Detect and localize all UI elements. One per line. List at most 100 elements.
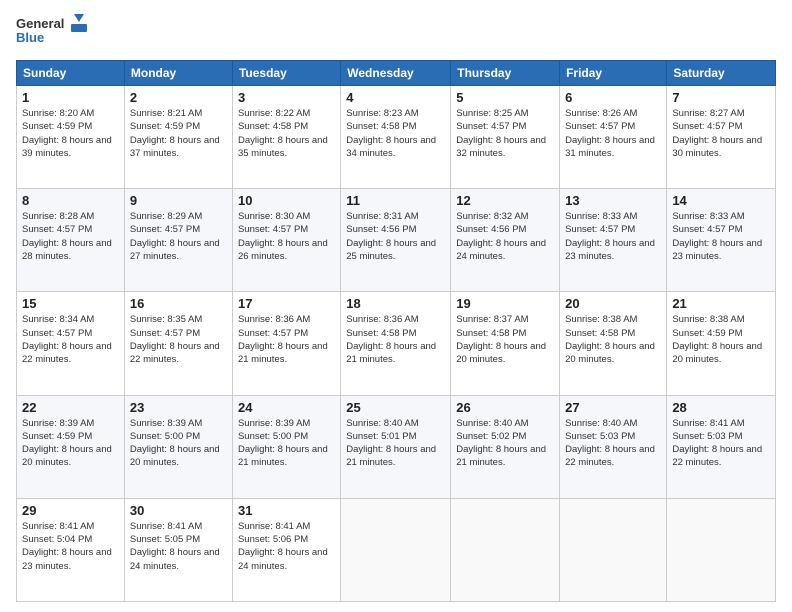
day-info: Sunrise: 8:22 AMSunset: 4:58 PMDaylight:… xyxy=(238,107,335,160)
week-row-4: 22 Sunrise: 8:39 AMSunset: 4:59 PMDayligh… xyxy=(17,395,776,498)
day-info: Sunrise: 8:41 AMSunset: 5:06 PMDaylight:… xyxy=(238,520,335,573)
day-number: 21 xyxy=(672,296,770,311)
day-cell: 11 Sunrise: 8:31 AMSunset: 4:56 PMDayligh… xyxy=(341,189,451,292)
day-cell: 18Sunrise: 8:36 AMSunset: 4:58 PMDayligh… xyxy=(341,292,451,395)
day-cell: 15Sunrise: 8:34 AMSunset: 4:57 PMDayligh… xyxy=(17,292,125,395)
day-info: Sunrise: 8:39 AMSunset: 5:00 PMDaylight:… xyxy=(238,417,335,470)
weekday-header-row: SundayMondayTuesdayWednesdayThursdayFrid… xyxy=(17,61,776,86)
day-info: Sunrise: 8:30 AMSunset: 4:57 PMDaylight:… xyxy=(238,210,335,263)
day-cell: 29Sunrise: 8:41 AMSunset: 5:04 PMDayligh… xyxy=(17,498,125,601)
day-cell: 13 Sunrise: 8:33 AMSunset: 4:57 PMDayligh… xyxy=(560,189,667,292)
day-cell: 1Sunrise: 8:20 AMSunset: 4:59 PMDaylight… xyxy=(17,86,125,189)
day-info: Sunrise: 8:23 AMSunset: 4:58 PMDaylight:… xyxy=(346,107,445,160)
day-number: 3 xyxy=(238,90,335,105)
day-info: Sunrise: 8:33 AMSunset: 4:57 PMDaylight:… xyxy=(565,210,661,263)
day-info: Sunrise: 8:20 AMSunset: 4:59 PMDaylight:… xyxy=(22,107,119,160)
day-cell: 6 Sunrise: 8:26 AMSunset: 4:57 PMDaylight… xyxy=(560,86,667,189)
day-number: 15 xyxy=(22,296,119,311)
day-cell: 16 Sunrise: 8:35 AMSunset: 4:57 PMDayligh… xyxy=(124,292,232,395)
day-cell: 5 Sunrise: 8:25 AMSunset: 4:57 PMDaylight… xyxy=(451,86,560,189)
day-cell: 25 Sunrise: 8:40 AMSunset: 5:01 PMDayligh… xyxy=(341,395,451,498)
day-info: Sunrise: 8:35 AMSunset: 4:57 PMDaylight:… xyxy=(130,313,227,366)
day-cell: 12 Sunrise: 8:32 AMSunset: 4:56 PMDayligh… xyxy=(451,189,560,292)
day-cell: 23 Sunrise: 8:39 AMSunset: 5:00 PMDayligh… xyxy=(124,395,232,498)
day-number: 11 xyxy=(346,193,445,208)
day-number: 17 xyxy=(238,296,335,311)
day-info: Sunrise: 8:39 AMSunset: 5:00 PMDaylight:… xyxy=(130,417,227,470)
day-cell: 20 Sunrise: 8:38 AMSunset: 4:58 PMDayligh… xyxy=(560,292,667,395)
day-info: Sunrise: 8:26 AMSunset: 4:57 PMDaylight:… xyxy=(565,107,661,160)
day-number: 26 xyxy=(456,400,554,415)
day-cell xyxy=(451,498,560,601)
day-number: 4 xyxy=(346,90,445,105)
day-number: 25 xyxy=(346,400,445,415)
logo: General Blue xyxy=(16,12,88,52)
day-number: 20 xyxy=(565,296,661,311)
day-number: 29 xyxy=(22,503,119,518)
day-info: Sunrise: 8:39 AMSunset: 4:59 PMDaylight:… xyxy=(22,417,119,470)
day-info: Sunrise: 8:40 AMSunset: 5:03 PMDaylight:… xyxy=(565,417,661,470)
day-info: Sunrise: 8:40 AMSunset: 5:02 PMDaylight:… xyxy=(456,417,554,470)
day-info: Sunrise: 8:38 AMSunset: 4:58 PMDaylight:… xyxy=(565,313,661,366)
day-number: 27 xyxy=(565,400,661,415)
day-number: 13 xyxy=(565,193,661,208)
day-number: 2 xyxy=(130,90,227,105)
logo-svg: General Blue xyxy=(16,12,88,52)
day-number: 16 xyxy=(130,296,227,311)
day-number: 6 xyxy=(565,90,661,105)
day-number: 19 xyxy=(456,296,554,311)
day-info: Sunrise: 8:37 AMSunset: 4:58 PMDaylight:… xyxy=(456,313,554,366)
day-cell: 2 Sunrise: 8:21 AMSunset: 4:59 PMDaylight… xyxy=(124,86,232,189)
day-cell: 28 Sunrise: 8:41 AMSunset: 5:03 PMDayligh… xyxy=(667,395,776,498)
day-info: Sunrise: 8:21 AMSunset: 4:59 PMDaylight:… xyxy=(130,107,227,160)
day-info: Sunrise: 8:25 AMSunset: 4:57 PMDaylight:… xyxy=(456,107,554,160)
day-info: Sunrise: 8:36 AMSunset: 4:57 PMDaylight:… xyxy=(238,313,335,366)
day-info: Sunrise: 8:28 AMSunset: 4:57 PMDaylight:… xyxy=(22,210,119,263)
day-cell: 21 Sunrise: 8:38 AMSunset: 4:59 PMDayligh… xyxy=(667,292,776,395)
day-number: 5 xyxy=(456,90,554,105)
day-info: Sunrise: 8:32 AMSunset: 4:56 PMDaylight:… xyxy=(456,210,554,263)
weekday-header-thursday: Thursday xyxy=(451,61,560,86)
weekday-header-monday: Monday xyxy=(124,61,232,86)
day-cell: 8 Sunrise: 8:28 AMSunset: 4:57 PMDaylight… xyxy=(17,189,125,292)
day-info: Sunrise: 8:27 AMSunset: 4:57 PMDaylight:… xyxy=(672,107,770,160)
weekday-header-wednesday: Wednesday xyxy=(341,61,451,86)
day-number: 12 xyxy=(456,193,554,208)
weekday-header-friday: Friday xyxy=(560,61,667,86)
calendar-page: General Blue SundayMondayTuesdayWednesda… xyxy=(0,0,792,612)
day-number: 8 xyxy=(22,193,119,208)
week-row-3: 15Sunrise: 8:34 AMSunset: 4:57 PMDayligh… xyxy=(17,292,776,395)
day-info: Sunrise: 8:41 AMSunset: 5:05 PMDaylight:… xyxy=(130,520,227,573)
day-cell: 22 Sunrise: 8:39 AMSunset: 4:59 PMDayligh… xyxy=(17,395,125,498)
weekday-header-tuesday: Tuesday xyxy=(232,61,340,86)
day-cell xyxy=(667,498,776,601)
day-cell: 24 Sunrise: 8:39 AMSunset: 5:00 PMDayligh… xyxy=(232,395,340,498)
week-row-1: 1Sunrise: 8:20 AMSunset: 4:59 PMDaylight… xyxy=(17,86,776,189)
header: General Blue xyxy=(16,12,776,52)
day-number: 10 xyxy=(238,193,335,208)
day-info: Sunrise: 8:38 AMSunset: 4:59 PMDaylight:… xyxy=(672,313,770,366)
day-info: Sunrise: 8:40 AMSunset: 5:01 PMDaylight:… xyxy=(346,417,445,470)
day-info: Sunrise: 8:33 AMSunset: 4:57 PMDaylight:… xyxy=(672,210,770,263)
day-number: 28 xyxy=(672,400,770,415)
day-cell xyxy=(560,498,667,601)
day-cell: 19 Sunrise: 8:37 AMSunset: 4:58 PMDayligh… xyxy=(451,292,560,395)
day-info: Sunrise: 8:41 AMSunset: 5:03 PMDaylight:… xyxy=(672,417,770,470)
day-info: Sunrise: 8:31 AMSunset: 4:56 PMDaylight:… xyxy=(346,210,445,263)
day-cell: 31 Sunrise: 8:41 AMSunset: 5:06 PMDayligh… xyxy=(232,498,340,601)
day-info: Sunrise: 8:29 AMSunset: 4:57 PMDaylight:… xyxy=(130,210,227,263)
svg-text:General: General xyxy=(16,16,64,31)
day-number: 18 xyxy=(346,296,445,311)
day-cell xyxy=(341,498,451,601)
day-number: 14 xyxy=(672,193,770,208)
svg-text:Blue: Blue xyxy=(16,30,44,45)
day-number: 31 xyxy=(238,503,335,518)
weekday-header-saturday: Saturday xyxy=(667,61,776,86)
day-number: 23 xyxy=(130,400,227,415)
day-cell: 26 Sunrise: 8:40 AMSunset: 5:02 PMDayligh… xyxy=(451,395,560,498)
day-cell: 3 Sunrise: 8:22 AMSunset: 4:58 PMDaylight… xyxy=(232,86,340,189)
day-number: 30 xyxy=(130,503,227,518)
day-number: 22 xyxy=(22,400,119,415)
day-cell: 14 Sunrise: 8:33 AMSunset: 4:57 PMDayligh… xyxy=(667,189,776,292)
day-number: 24 xyxy=(238,400,335,415)
